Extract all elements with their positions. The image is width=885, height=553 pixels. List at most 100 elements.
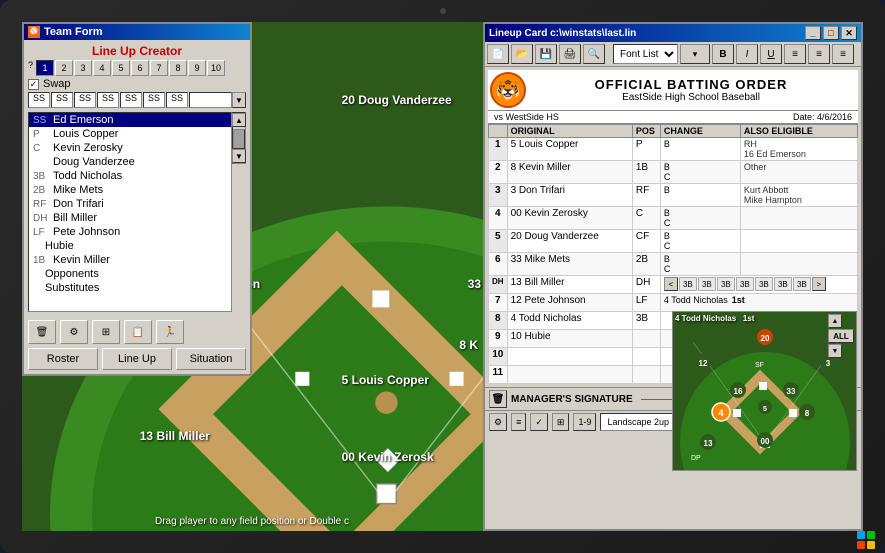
original-1: 5 Louis Copper (507, 138, 632, 161)
player-name: Hubie (45, 240, 74, 252)
player-item-nicholas[interactable]: 3B Todd Nicholas (29, 169, 231, 183)
change-7: 4 Todd Nicholas 1st (660, 294, 857, 312)
pos-input-ss7[interactable]: SS (166, 92, 188, 108)
preview-btn[interactable]: 🔍 (583, 44, 605, 64)
player-item-billmiller[interactable]: DH Bill Miller (29, 211, 231, 225)
player-item-zerosky[interactable]: C Kevin Zerosky (29, 141, 231, 155)
player-item-kevinmiller[interactable]: 1B Kevin Miller (29, 253, 231, 267)
original-dh: 13 Bill Miller (507, 276, 632, 294)
pos-input-ss1[interactable]: SS (28, 92, 50, 108)
situation-btn[interactable]: Situation (176, 348, 246, 370)
num-btn-2[interactable]: 2 (55, 60, 73, 76)
field-player-8k: 8 K (459, 338, 478, 352)
player-item-vanderzee[interactable]: Doug Vanderzee (29, 155, 231, 169)
roster-btn[interactable]: Roster (28, 348, 98, 370)
num-btn-3[interactable]: 3 (74, 60, 92, 76)
player-item-trifari[interactable]: RF Don Trifari (29, 197, 231, 211)
field-player-vanderzee: 20 Doug Vanderzee (342, 93, 452, 107)
num-btn-4[interactable]: 4 (93, 60, 111, 76)
pos-dropdown[interactable] (189, 92, 232, 108)
num-btn-7[interactable]: 7 (150, 60, 168, 76)
scroll-up-mini[interactable]: ▲ (828, 314, 842, 328)
num-btn-9[interactable]: 9 (188, 60, 206, 76)
minimize-btn[interactable]: _ (805, 26, 821, 40)
manager-sig-label: MANAGER'S SIGNATURE (511, 394, 633, 405)
pos-dh: DH (632, 276, 660, 294)
grid-btn[interactable]: ⊞ (92, 320, 120, 344)
open-btn[interactable]: 📂 (511, 44, 533, 64)
pos-input-ss3[interactable]: SS (74, 92, 96, 108)
gear-btn[interactable]: ⚙ (60, 320, 88, 344)
player-item-substitutes[interactable]: Substitutes (29, 281, 231, 295)
check-status-btn[interactable]: ✓ (530, 413, 548, 431)
lineup-card-title-bar: Lineup Card c:\winstats\last.lin _ □ ✕ (485, 24, 861, 42)
num-btn-8[interactable]: 8 (169, 60, 187, 76)
player-list-scrollbar[interactable]: ▲ ▼ (232, 112, 246, 164)
trash-btn[interactable]: 🗑 (28, 320, 56, 344)
date-text: Date: 4/6/2016 (793, 112, 852, 122)
trash-sig-btn[interactable]: 🗑 (489, 390, 507, 408)
font-size-dropdown[interactable]: ▾ (680, 44, 710, 64)
player-name: Kevin Zerosky (53, 142, 123, 154)
pos-tag: SS (33, 115, 49, 126)
maximize-btn[interactable]: □ (823, 26, 839, 40)
num-btn-5[interactable]: 5 (112, 60, 130, 76)
player-name: Substitutes (45, 282, 99, 294)
align-right-btn[interactable]: ≡ (832, 44, 854, 64)
grid-status-btn[interactable]: ⊞ (552, 413, 570, 431)
team-form-icon: ⚾ (28, 26, 40, 38)
player-item-opponents[interactable]: Opponents (29, 267, 231, 281)
lineup-btn[interactable]: Line Up (102, 348, 172, 370)
new-doc-btn[interactable]: 📄 (487, 44, 509, 64)
pos-input-ss4[interactable]: SS (97, 92, 119, 108)
pages-btn[interactable]: 1-9 (573, 413, 596, 431)
pos-tag: C (33, 143, 49, 154)
align-left-btn[interactable]: ≡ (784, 44, 806, 64)
align-center-btn[interactable]: ≡ (808, 44, 830, 64)
pos-input-ss5[interactable]: SS (120, 92, 142, 108)
print-btn[interactable]: 🖨 (559, 44, 581, 64)
pos-input-ss6[interactable]: SS (143, 92, 165, 108)
svg-text:8: 8 (805, 409, 810, 418)
scroll-down-mini[interactable]: ▼ (828, 344, 842, 358)
dh-right-arrow[interactable]: > (812, 277, 826, 291)
underline-btn[interactable]: U (760, 44, 782, 64)
original-7: 12 Pete Johnson (507, 294, 632, 312)
player-item-petejohnson[interactable]: LF Pete Johnson (29, 225, 231, 239)
close-btn-title[interactable]: ✕ (841, 26, 857, 40)
scroll-thumb[interactable] (233, 129, 245, 149)
italic-btn[interactable]: I (736, 44, 758, 64)
num-btn-1[interactable]: 1 (36, 60, 54, 76)
team-form-body: Line Up Creator ? 1 2 3 4 5 6 7 8 9 10 (24, 40, 250, 374)
gear-status-btn[interactable]: ⚙ (489, 413, 507, 431)
player-item-hubie[interactable]: Hubie (29, 239, 231, 253)
player-btn[interactable]: 🏃 (156, 320, 184, 344)
pos-dropdown-arrow[interactable]: ▼ (232, 92, 246, 108)
dh-box-2: 3B (698, 277, 716, 291)
num-btn-10[interactable]: 10 (207, 60, 225, 76)
all-btn[interactable]: ALL (828, 329, 854, 343)
list-status-btn[interactable]: ≡ (511, 413, 526, 431)
copy-btn[interactable]: 📋 (124, 320, 152, 344)
scroll-up-btn[interactable]: ▲ (232, 113, 246, 127)
original-5: 20 Doug Vanderzee (507, 230, 632, 253)
scroll-down-btn[interactable]: ▼ (232, 149, 246, 163)
dh-left-arrow[interactable]: < (664, 277, 678, 291)
swap-checkbox[interactable]: ✓ (28, 79, 39, 90)
num-btn-6[interactable]: 6 (131, 60, 149, 76)
player-item-mets[interactable]: 2B Mike Mets (29, 183, 231, 197)
player-item-copper[interactable]: P Louis Copper (29, 127, 231, 141)
batting-order-header: 🐯 OFFICIAL BATTING ORDER EastSide High S… (488, 70, 858, 111)
save-btn[interactable]: 💾 (535, 44, 557, 64)
row-num-11: 11 (489, 366, 508, 384)
font-list-dropdown[interactable]: Font List (613, 44, 678, 64)
change-dh: < 3B 3B 3B 3B 3B 3B 3B > (660, 276, 857, 294)
player-item-emerson[interactable]: SS Ed Emerson (29, 113, 231, 127)
bold-btn[interactable]: B (712, 44, 734, 64)
pos-input-ss2[interactable]: SS (51, 92, 73, 108)
pos-2: 1B (632, 161, 660, 184)
tiger-logo: 🐯 (490, 72, 526, 108)
svg-text:20: 20 (761, 334, 770, 343)
player-list[interactable]: SS Ed Emerson P Louis Copper C Kevin Zer… (28, 112, 232, 312)
svg-text:4: 4 (718, 408, 723, 418)
